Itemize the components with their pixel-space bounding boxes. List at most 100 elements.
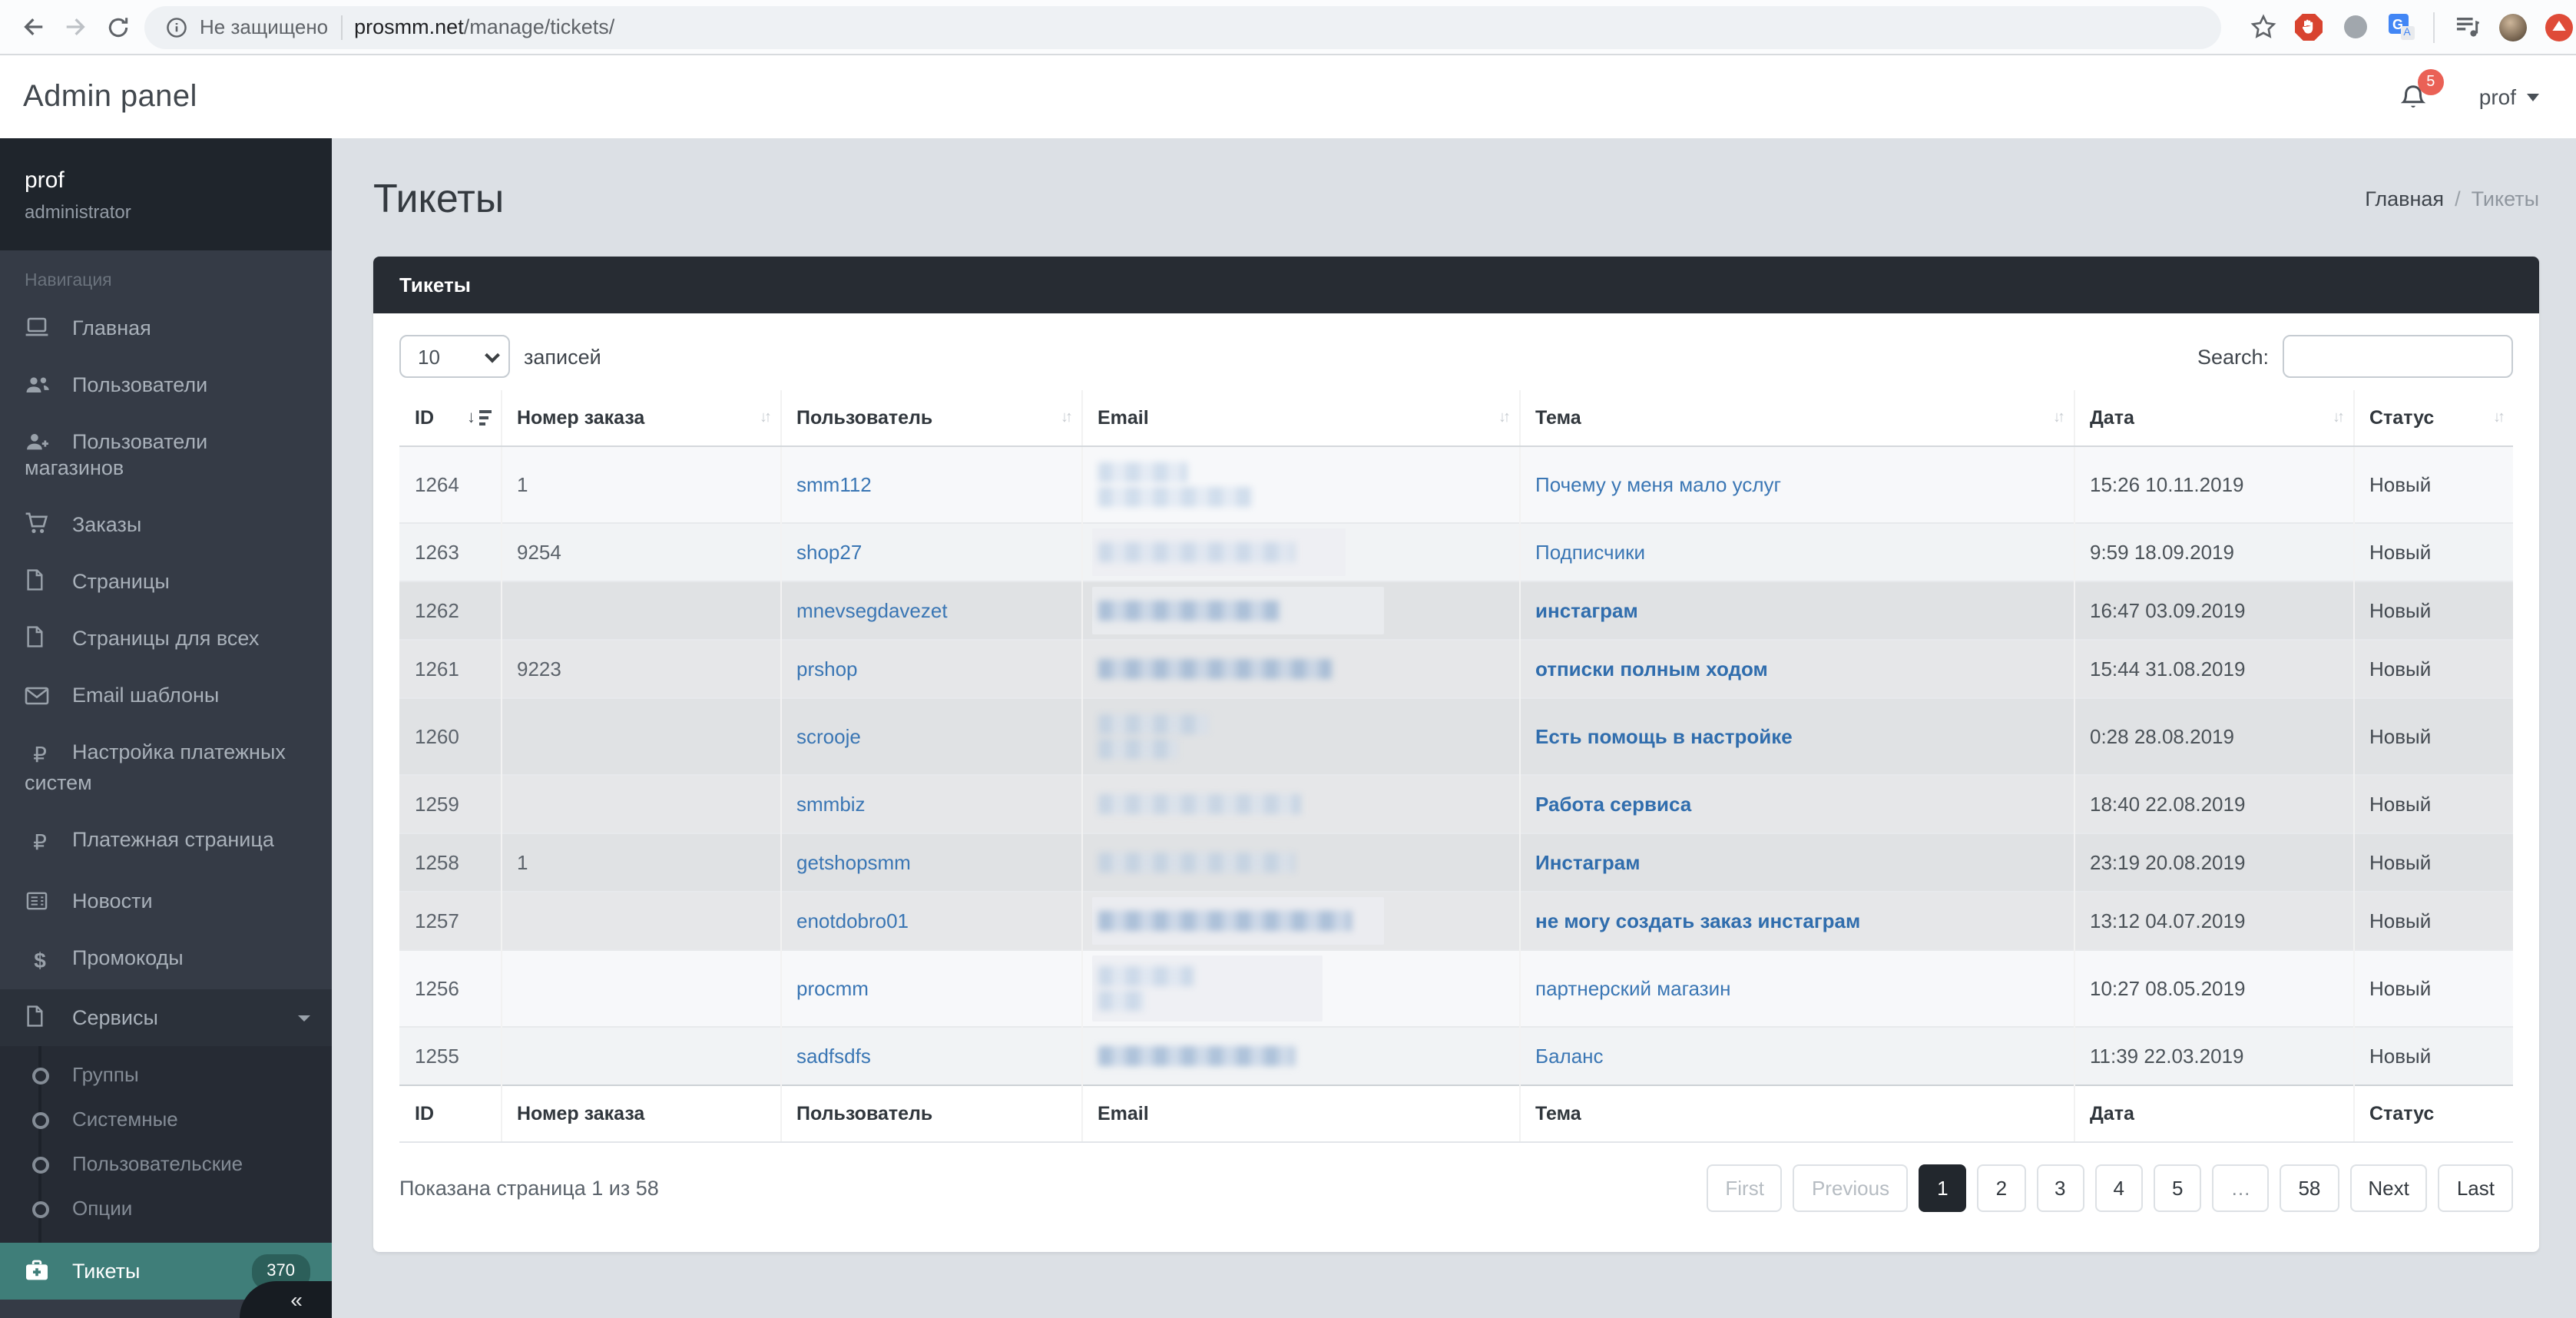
user-link[interactable]: mnevsegdavezet bbox=[796, 599, 948, 622]
subject-cell: инстаграм bbox=[1518, 581, 2074, 640]
ticket-subject-link[interactable]: Подписчики bbox=[1535, 541, 1645, 564]
sidebar-item-промокоды[interactable]: $ Промокоды bbox=[0, 929, 332, 989]
ticket-row: 1264 1 smm112 Почему у меня мало услуг 15:26… bbox=[399, 446, 2513, 523]
user-link[interactable]: smmbiz bbox=[796, 793, 866, 816]
notifications-button[interactable]: 5 bbox=[2399, 68, 2444, 111]
email-blurred bbox=[1098, 1046, 1503, 1066]
sidebar-subitem-пользовательские[interactable]: Пользовательские bbox=[0, 1141, 332, 1186]
ticket-row: 1263 9254 shop27 Подписчики 9:59 18.09.2019 Н… bbox=[399, 523, 2513, 581]
sidebar-item-email-шаблоны[interactable]: Email шаблоны bbox=[0, 667, 332, 724]
email-blurred bbox=[1098, 462, 1503, 507]
search-input[interactable] bbox=[2283, 335, 2513, 378]
ticket-subject-link[interactable]: Баланс bbox=[1535, 1045, 1604, 1068]
email-blurred bbox=[1098, 542, 1503, 562]
sidebar-item-пользователи-магазинов[interactable]: Пользователи магазинов bbox=[0, 413, 332, 496]
sidebar-subitem-системные[interactable]: Системные bbox=[0, 1097, 332, 1141]
column-header-дата[interactable]: Дата ↓↑ bbox=[2073, 390, 2353, 447]
email-blurred bbox=[1098, 659, 1503, 679]
address-bar[interactable]: Не защищено prosmm.net/manage/tickets/ bbox=[144, 5, 2221, 48]
sidebar-item-настройка-платежных-систем[interactable]: ₽ Настройка платежных систем bbox=[0, 724, 332, 811]
user-link[interactable]: shop27 bbox=[796, 541, 862, 564]
user-link[interactable]: procmm bbox=[796, 977, 869, 1000]
browser-profile-avatar[interactable] bbox=[2499, 13, 2527, 41]
caret-down-icon bbox=[298, 1015, 310, 1021]
ticket-id-cell: 1262 bbox=[399, 581, 501, 640]
sidebar-subitem-опции[interactable]: Опции bbox=[0, 1186, 332, 1230]
ticket-subject-link[interactable]: отписки полным ходом bbox=[1535, 657, 1768, 681]
ticket-subject-link[interactable]: Почему у меня мало услуг bbox=[1535, 473, 1781, 496]
sidebar-item-заказы[interactable]: Заказы bbox=[0, 496, 332, 553]
user-menu-button[interactable]: prof bbox=[2479, 84, 2539, 109]
sidebar-item-пользователи[interactable]: Пользователи bbox=[0, 356, 332, 413]
breadcrumb-home-link[interactable]: Главная bbox=[2365, 187, 2444, 210]
page-button-next[interactable]: Next bbox=[2349, 1164, 2428, 1212]
envelope-icon bbox=[25, 687, 55, 705]
email-cell-redacted bbox=[1081, 523, 1519, 581]
sidebar-user-panel: prof administrator bbox=[0, 138, 332, 250]
user-link[interactable]: getshopsmm bbox=[796, 851, 911, 874]
column-header-статус[interactable]: Статус ↓↑ bbox=[2353, 390, 2513, 447]
user-link[interactable]: prshop bbox=[796, 657, 858, 681]
newspaper-icon bbox=[25, 891, 55, 911]
user-link[interactable]: smm112 bbox=[796, 473, 872, 496]
ticket-subject-link[interactable]: Работа сервиса bbox=[1535, 793, 1691, 816]
browser-reload-icon[interactable] bbox=[101, 10, 135, 44]
adblock-extension-icon[interactable] bbox=[2295, 13, 2323, 41]
page-length-select[interactable]: 10 bbox=[399, 335, 510, 378]
search-label: Search: bbox=[2197, 345, 2269, 368]
ticket-subject-link[interactable]: Есть помощь в настройке bbox=[1535, 725, 1793, 748]
sidebar-item-страницы[interactable]: Страницы bbox=[0, 553, 332, 610]
main-content: Тикеты Главная / Тикеты Тикеты 10 записе… bbox=[332, 138, 2576, 1318]
column-footer-email: Email bbox=[1081, 1085, 1519, 1143]
column-header-email[interactable]: Email ↓↑ bbox=[1081, 390, 1519, 447]
sidebar-item-label: Пользователи bbox=[72, 373, 208, 396]
pagination-info: Показана страница 1 из 58 bbox=[399, 1177, 659, 1200]
user-link[interactable]: sadfsdfs bbox=[796, 1045, 871, 1068]
cart-icon bbox=[25, 512, 55, 535]
update-icon[interactable] bbox=[2545, 13, 2573, 41]
info-icon[interactable] bbox=[166, 16, 187, 38]
bookmark-star-icon[interactable] bbox=[2249, 13, 2276, 41]
translate-extension-icon[interactable]: GA bbox=[2387, 13, 2415, 41]
sidebar-subitem-группы[interactable]: Группы bbox=[0, 1052, 332, 1097]
page-button-2[interactable]: 2 bbox=[1977, 1164, 2026, 1212]
ticket-subject-link[interactable]: не могу создать заказ инстаграм bbox=[1535, 909, 1860, 932]
subject-cell: Работа сервиса bbox=[1518, 775, 2074, 833]
ticket-subject-link[interactable]: партнерский магазин bbox=[1535, 977, 1731, 1000]
dollar-icon: $ bbox=[34, 948, 46, 972]
order-number-cell bbox=[500, 775, 780, 833]
sidebar-item-страницы-для-всех[interactable]: Страницы для всех bbox=[0, 610, 332, 667]
email-blurred bbox=[1098, 911, 1503, 931]
sidebar-item-сервисы[interactable]: Сервисы bbox=[0, 989, 332, 1046]
browser-forward-icon[interactable] bbox=[58, 10, 92, 44]
page-button-5[interactable]: 5 bbox=[2153, 1164, 2202, 1212]
page-button-last[interactable]: Last bbox=[2438, 1164, 2513, 1212]
media-playlist-icon[interactable] bbox=[2453, 13, 2481, 41]
sidebar-item-платежная-страница[interactable]: ₽ Платежная страница bbox=[0, 811, 332, 873]
email-cell-redacted bbox=[1081, 892, 1519, 950]
page-button-1[interactable]: 1 bbox=[1919, 1164, 1967, 1212]
browser-back-icon[interactable] bbox=[15, 10, 49, 44]
page-button-3[interactable]: 3 bbox=[2036, 1164, 2084, 1212]
hand-icon bbox=[2302, 19, 2313, 34]
date-cell: 11:39 22.03.2019 bbox=[2073, 1027, 2353, 1085]
ruble-icon: ₽ bbox=[33, 831, 47, 856]
user-link[interactable]: scrooje bbox=[796, 725, 861, 748]
ticket-subject-link[interactable]: Инстаграм bbox=[1535, 851, 1640, 874]
ticket-row: 1262 mnevsegdavezet инстаграм 16:47 03.09.2… bbox=[399, 581, 2513, 640]
sidebar-item-новости[interactable]: Новости bbox=[0, 873, 332, 929]
page-button-4[interactable]: 4 bbox=[2094, 1164, 2143, 1212]
sidebar-item-главная[interactable]: Главная bbox=[0, 300, 332, 356]
file-icon bbox=[25, 568, 55, 591]
extension-icon[interactable] bbox=[2341, 13, 2369, 41]
column-header-пользователь[interactable]: Пользователь ↓↑ bbox=[780, 390, 1081, 447]
column-header-номер-заказа[interactable]: Номер заказа ↓↑ bbox=[500, 390, 780, 447]
user-link[interactable]: enotdobro01 bbox=[796, 909, 909, 932]
column-header-тема[interactable]: Тема ↓↑ bbox=[1518, 390, 2074, 447]
column-header-id[interactable]: ID ↓ bbox=[399, 390, 501, 447]
ticket-row: 1255 sadfsdfs Баланс 11:39 22.03.2019 Новый bbox=[399, 1027, 2513, 1085]
ticket-subject-link[interactable]: инстаграм bbox=[1535, 599, 1638, 622]
email-blurred bbox=[1098, 966, 1503, 1011]
page-button-58[interactable]: 58 bbox=[2280, 1164, 2339, 1212]
page-title: Тикеты bbox=[373, 175, 505, 221]
